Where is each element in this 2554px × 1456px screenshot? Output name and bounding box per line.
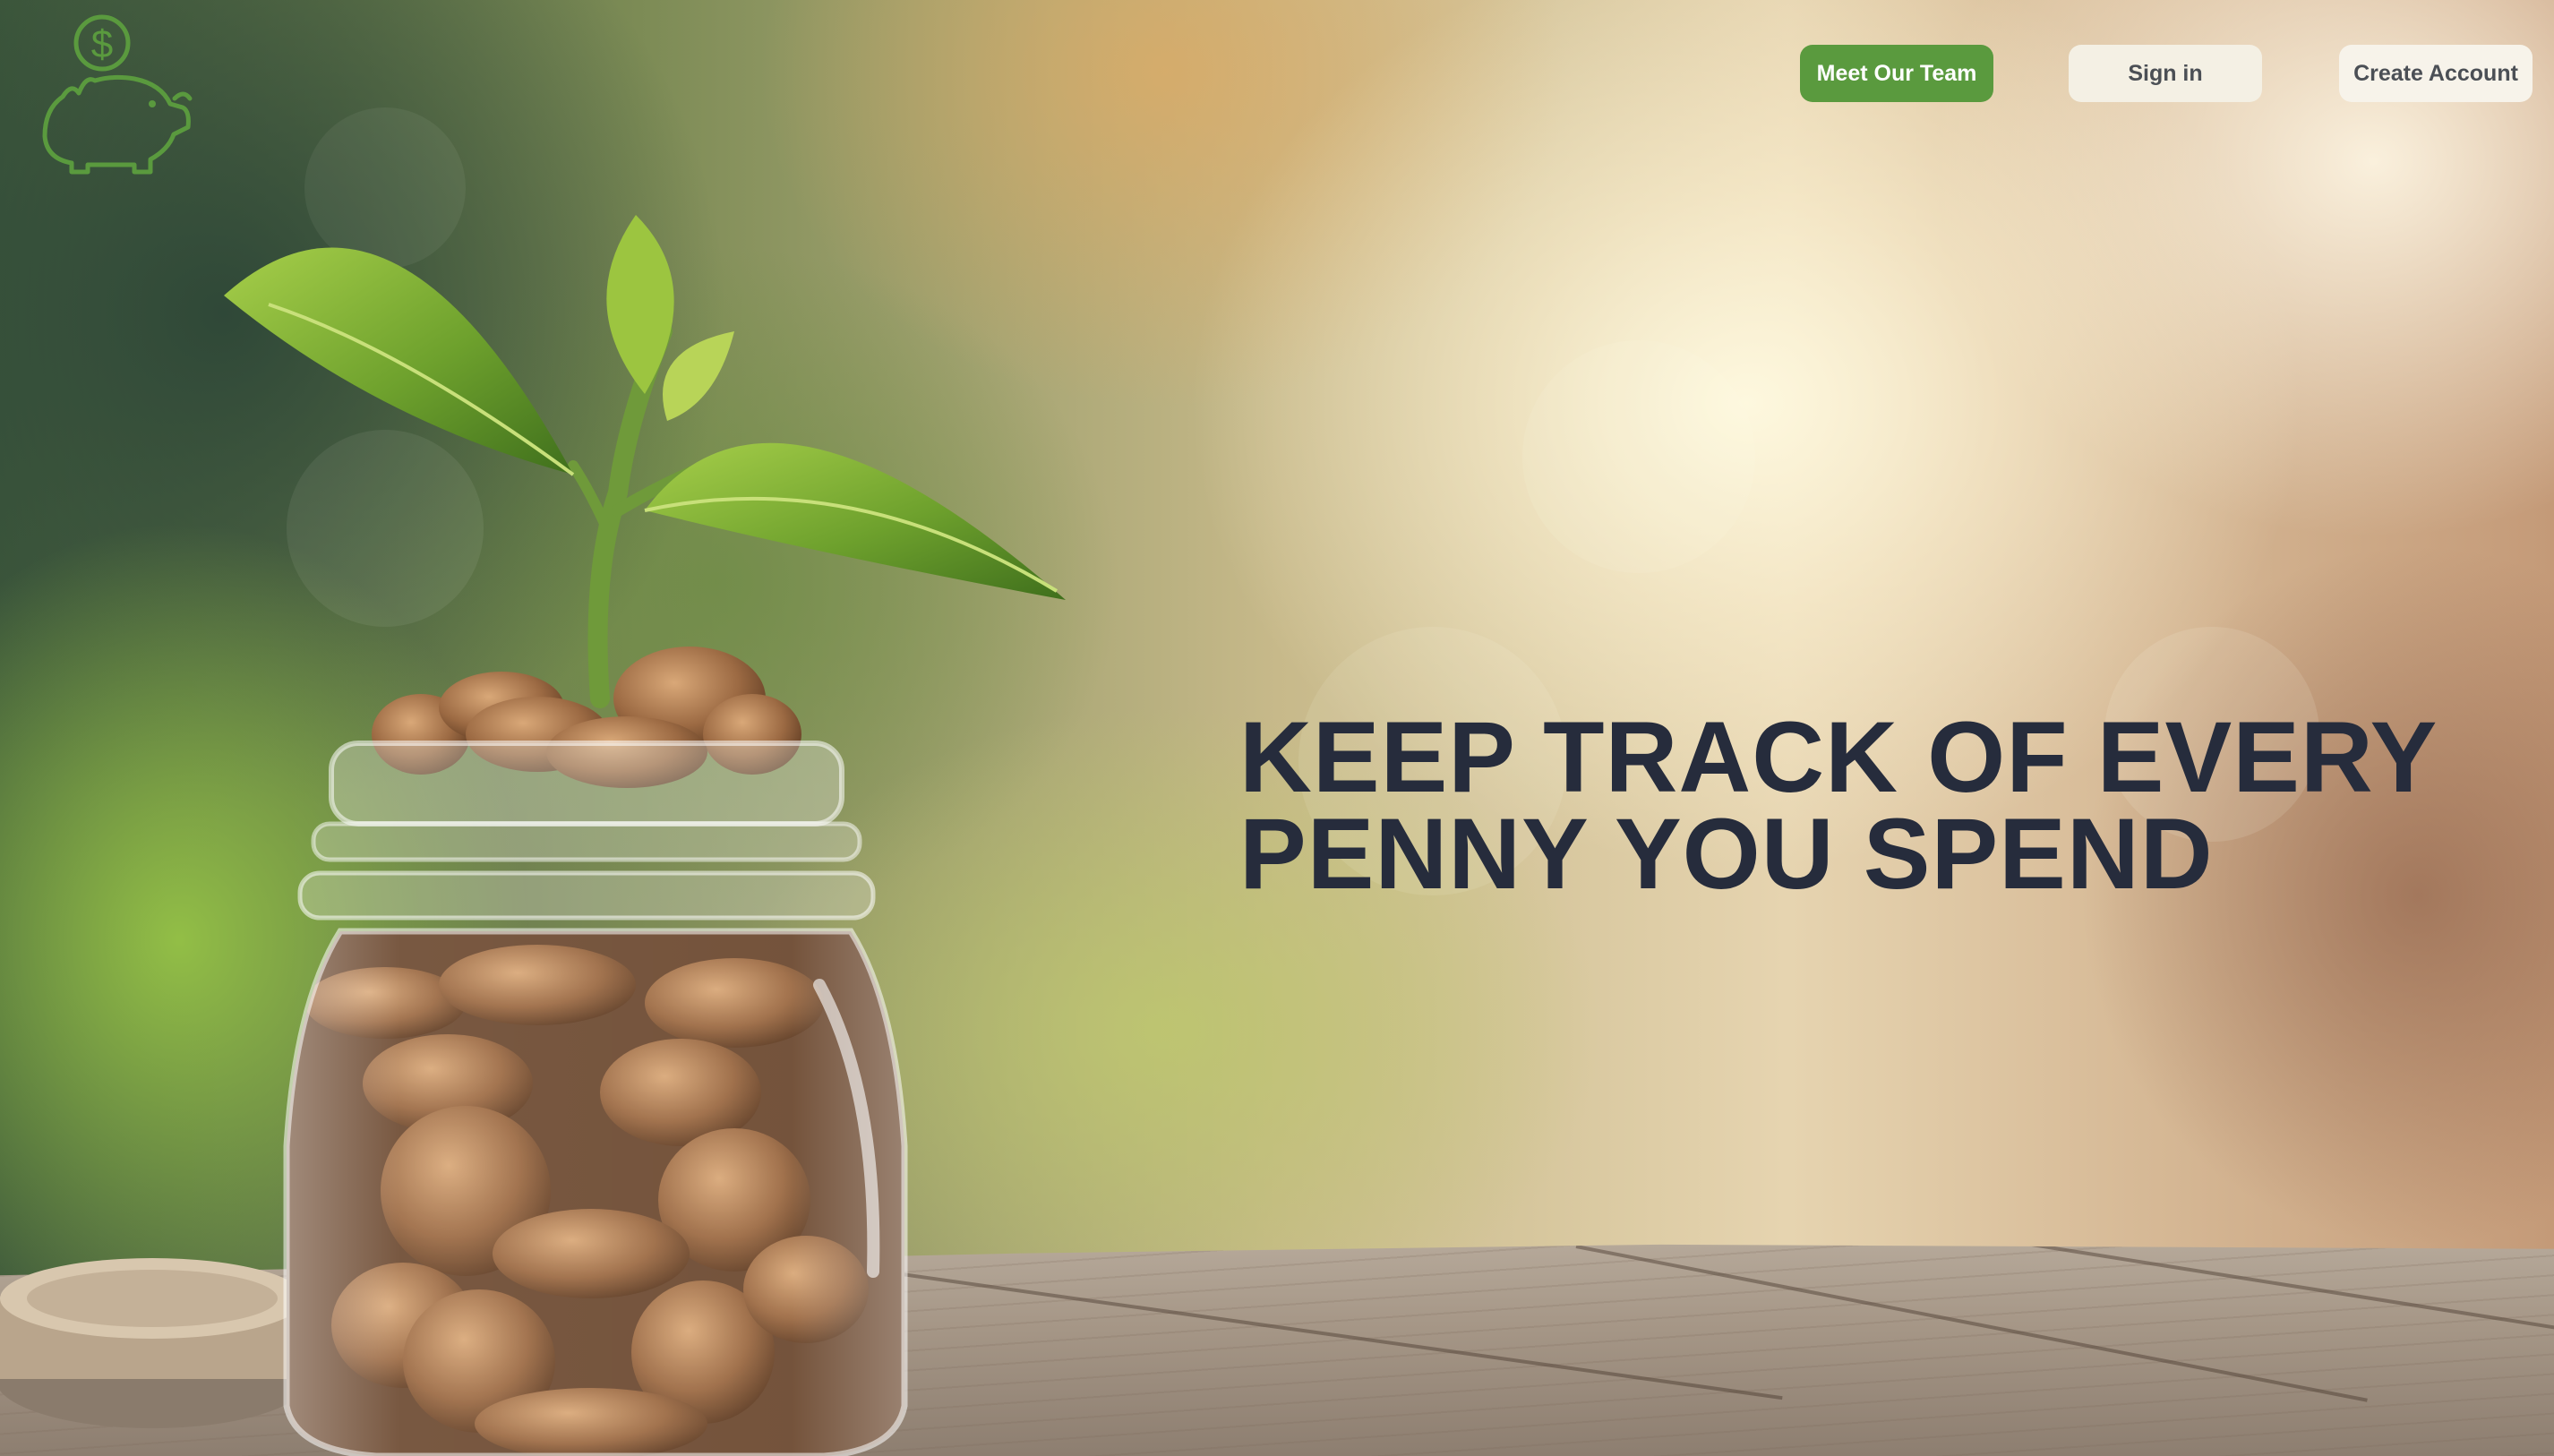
coin-stack (0, 1258, 309, 1428)
sign-in-button[interactable]: Sign in (2069, 45, 2262, 102)
hero-headline-line2: PENNY YOU SPEND (1239, 798, 2214, 910)
plank-seam (1575, 1245, 2368, 1402)
piggy-bank-dollar-icon[interactable]: $ (36, 11, 206, 181)
coin-jar-plant-illustration (0, 215, 1066, 1456)
hero-headline-line1: KEEP TRACK OF EVERY (1239, 701, 2438, 813)
bokeh-light (1522, 340, 1755, 573)
meet-our-team-button[interactable]: Meet Our Team (1800, 45, 1993, 102)
glass-jar (283, 741, 908, 1456)
hero-headline: KEEP TRACK OF EVERY PENNY YOU SPEND (1239, 701, 2438, 910)
create-account-button[interactable]: Create Account (2339, 45, 2533, 102)
svg-text:$: $ (91, 22, 113, 66)
plank-seam (2014, 1244, 2554, 1342)
